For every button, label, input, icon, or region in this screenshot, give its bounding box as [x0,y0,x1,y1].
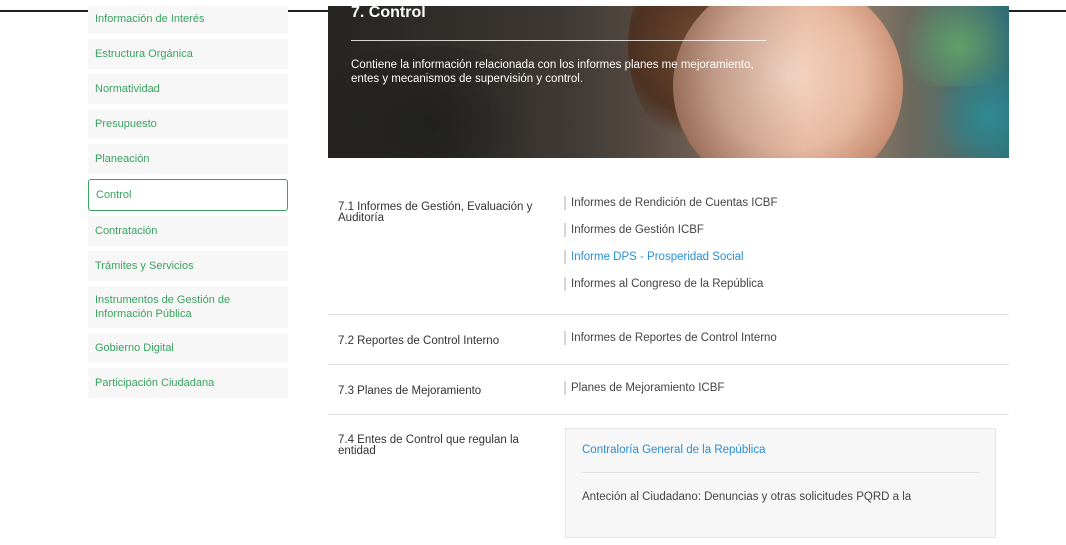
link-gestion-icbf[interactable]: Informes de Gestión ICBF [564,223,777,237]
section-row: 7.3 Planes de Mejoramiento Planes de Mej… [328,365,1009,415]
section-label: 7.3 Planes de Mejoramiento [338,385,482,397]
sidebar-item-control[interactable]: Control [88,179,288,211]
section-label: 7.1 Informes de Gestión, Evaluación y Au… [338,201,533,224]
sidebar-item-tramites[interactable]: Trámites y Servicios [88,251,288,281]
section-row: 7.2 Reportes de Control Interno Informes… [328,315,1009,365]
link-control-interno[interactable]: Informes de Reportes de Control Interno [564,331,777,345]
hero-description: Contiene la información relacionada con … [351,59,754,85]
section-row: 7.4 Entes de Control que regulan la enti… [328,415,1009,545]
panel-description: Anteción al Ciudadano: Denuncias y otras… [582,491,912,503]
sidebar-item-estructura[interactable]: Estructura Orgánica [88,39,288,69]
link-contraloria[interactable]: Contraloría General de la República [582,444,765,456]
sidebar-item-contratacion[interactable]: Contratación [88,216,288,246]
link-planes-mejoramiento[interactable]: Planes de Mejoramiento ICBF [564,381,724,395]
sidebar-item-label: Información de Interés [95,13,205,25]
control-sections: 7.1 Informes de Gestión, Evaluación y Au… [328,175,1009,545]
section-links: Planes de Mejoramiento ICBF [564,381,724,408]
panel-divider [582,472,980,473]
entes-control-panel: Contraloría General de la República Ante… [565,428,996,538]
hero-banner: 7. Control Contiene la información relac… [328,6,1009,158]
hero-divider [351,40,766,41]
sidebar-item-informacion-interes[interactable]: Información de Interés [88,6,288,34]
sidebar-item-normatividad[interactable]: Normatividad [88,74,288,104]
sidebar-nav: Información de Interés Estructura Orgáni… [88,6,288,403]
section-links: Informes de Reportes de Control Interno [564,331,777,358]
page-title: 7. Control [351,6,426,21]
sidebar-item-instrumentos[interactable]: Instrumentos de Gestión de Información P… [88,286,288,328]
sidebar-item-planeacion[interactable]: Planeación [88,144,288,174]
section-label: 7.4 Entes de Control que regulan la enti… [338,434,519,457]
sidebar-item-participacion[interactable]: Participación Ciudadana [88,368,288,398]
link-rendicion-cuentas[interactable]: Informes de Rendición de Cuentas ICBF [564,196,777,210]
section-row: 7.1 Informes de Gestión, Evaluación y Au… [328,175,1009,315]
link-dps[interactable]: Informe DPS - Prosperidad Social [564,250,777,264]
section-label: 7.2 Reportes de Control Interno [338,335,500,347]
sidebar-item-presupuesto[interactable]: Presupuesto [88,109,288,139]
section-links: Informes de Rendición de Cuentas ICBF In… [564,196,777,304]
sidebar-item-gobierno-digital[interactable]: Gobierno Digital [88,333,288,363]
link-congreso[interactable]: Informes al Congreso de la República [564,277,777,291]
